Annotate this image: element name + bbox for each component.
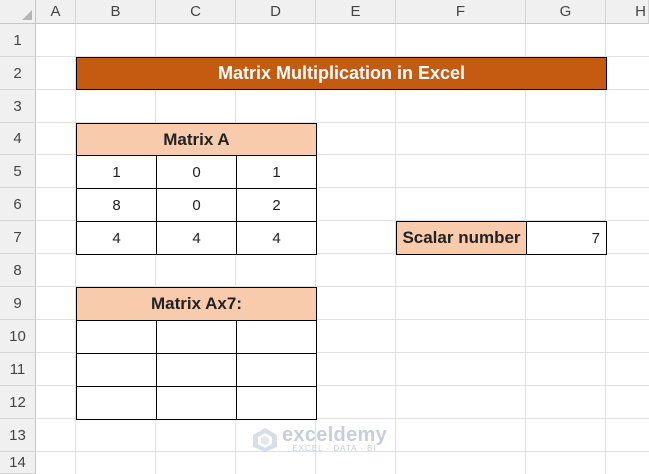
- matrix-a-cell[interactable]: 8: [76, 188, 157, 222]
- result-matrix-cell[interactable]: [236, 353, 317, 387]
- select-all-corner[interactable]: [0, 0, 36, 24]
- result-matrix-cell[interactable]: [76, 386, 157, 420]
- column-header-b[interactable]: B: [76, 0, 156, 24]
- matrix-a-cell[interactable]: 1: [76, 155, 157, 189]
- row-header-13[interactable]: 13: [0, 419, 36, 452]
- column-header-a[interactable]: A: [36, 0, 76, 24]
- column-header-c[interactable]: C: [156, 0, 236, 24]
- exceldemy-watermark: exceldemy EXCEL · DATA · BI: [252, 424, 387, 453]
- row-header-5[interactable]: 5: [0, 155, 36, 188]
- result-matrix-cell[interactable]: [156, 386, 237, 420]
- column-header-e[interactable]: E: [316, 0, 396, 24]
- row-header-1[interactable]: 1: [0, 24, 36, 57]
- matrix-a-cell[interactable]: 4: [156, 221, 237, 255]
- row-header-10[interactable]: 10: [0, 320, 36, 353]
- result-matrix-cell[interactable]: [236, 320, 317, 354]
- result-matrix-cell[interactable]: [156, 353, 237, 387]
- matrix-a-cell[interactable]: 0: [156, 188, 237, 222]
- row-header-8[interactable]: 8: [0, 254, 36, 287]
- column-header-g[interactable]: G: [526, 0, 606, 24]
- column-header-h[interactable]: H: [606, 0, 649, 24]
- row-header-7[interactable]: 7: [0, 221, 36, 254]
- sheet-title-cell[interactable]: Matrix Multiplication in Excel: [76, 57, 607, 90]
- row-header-4[interactable]: 4: [0, 123, 36, 155]
- matrix-a-cell[interactable]: 4: [76, 221, 157, 255]
- select-all-triangle-icon: [22, 10, 32, 20]
- row-header-6[interactable]: 6: [0, 188, 36, 221]
- matrix-a-cell[interactable]: 4: [236, 221, 317, 255]
- matrix-a-cell[interactable]: 0: [156, 155, 237, 189]
- watermark-name: exceldemy: [282, 424, 387, 446]
- result-matrix-cell[interactable]: [156, 320, 237, 354]
- row-header-14[interactable]: 14: [0, 452, 36, 474]
- matrix-a-cell[interactable]: 2: [236, 188, 317, 222]
- column-header-d[interactable]: D: [236, 0, 316, 24]
- matrix-a-header-cell[interactable]: Matrix A: [76, 123, 317, 156]
- row-header-3[interactable]: 3: [0, 90, 36, 123]
- row-header-11[interactable]: 11: [0, 353, 36, 386]
- row-header-2[interactable]: 2: [0, 57, 36, 90]
- spreadsheet-grid: A B C D E F G H 1 2 3 4 5 6 7 8 9 10 11 …: [0, 0, 649, 474]
- row-header-9[interactable]: 9: [0, 287, 36, 320]
- result-matrix-cell[interactable]: [76, 353, 157, 387]
- scalar-label-cell[interactable]: Scalar number: [396, 221, 527, 255]
- result-matrix-cell[interactable]: [76, 320, 157, 354]
- exceldemy-logo-icon: [253, 427, 277, 452]
- result-matrix-cell[interactable]: [236, 386, 317, 420]
- scalar-value-cell[interactable]: 7: [526, 221, 607, 255]
- result-matrix-header-cell[interactable]: Matrix Ax7:: [76, 287, 317, 321]
- column-header-f[interactable]: F: [396, 0, 526, 24]
- row-header-12[interactable]: 12: [0, 386, 36, 419]
- watermark-tagline: EXCEL · DATA · BI: [292, 444, 377, 453]
- matrix-a-cell[interactable]: 1: [236, 155, 317, 189]
